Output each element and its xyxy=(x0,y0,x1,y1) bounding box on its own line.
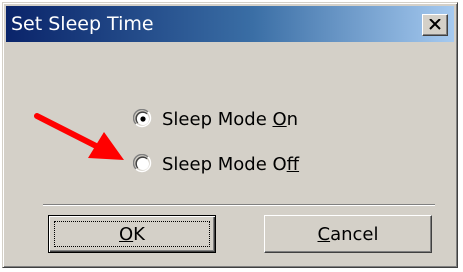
close-button[interactable] xyxy=(422,14,448,36)
focus-rectangle xyxy=(54,221,210,247)
radio-button-checked-icon[interactable] xyxy=(133,109,153,129)
radio-sleep-mode-on[interactable]: Sleep Mode On xyxy=(133,106,298,132)
radio-button-unchecked-icon[interactable] xyxy=(133,154,153,174)
close-icon xyxy=(429,19,441,30)
window-title: Set Sleep Time xyxy=(11,13,154,35)
radio-label-on: Sleep Mode On xyxy=(162,108,299,130)
radio-sleep-mode-off[interactable]: Sleep Mode Off xyxy=(133,151,299,177)
cancel-button-label: Cancel xyxy=(317,223,379,245)
separator-highlight xyxy=(43,205,435,206)
red-arrow-icon xyxy=(34,113,124,160)
cancel-button[interactable]: Cancel xyxy=(264,215,432,253)
ok-button[interactable]: OK xyxy=(48,215,216,253)
title-bar[interactable]: Set Sleep Time xyxy=(6,6,454,42)
radio-label-off: Sleep Mode Off xyxy=(162,153,300,175)
